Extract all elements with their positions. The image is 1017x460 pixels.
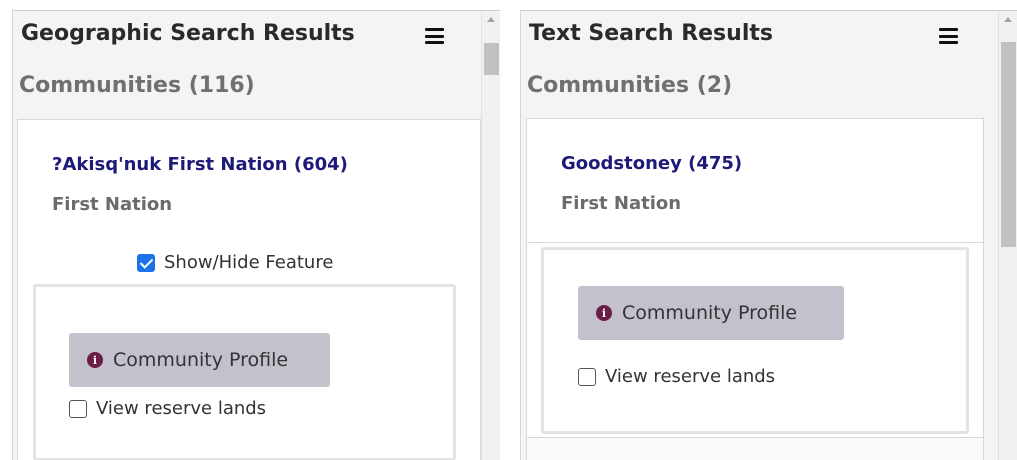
panel-title: Geographic Search Results <box>21 21 355 46</box>
community-name-link[interactable]: Goodstoney (475) <box>561 153 742 174</box>
community-profile-button[interactable]: i Community Profile <box>69 333 330 387</box>
view-reserve-lands-checkbox[interactable]: View reserve lands <box>578 366 775 387</box>
info-icon: i <box>87 352 103 368</box>
geographic-search-results-panel: Geographic Search Results Communities (1… <box>12 10 500 460</box>
show-hide-feature-label: Show/Hide Feature <box>164 252 334 273</box>
scroll-up-arrow-icon[interactable] <box>487 17 495 22</box>
community-type-label: First Nation <box>561 193 682 214</box>
scroll-up-arrow-icon[interactable] <box>1004 17 1012 22</box>
communities-count-heading: Communities (116) <box>19 73 255 98</box>
view-reserve-lands-label: View reserve lands <box>96 398 267 419</box>
community-card: ?Akisq'nuk First Nation (604) First Nati… <box>17 119 481 244</box>
hamburger-menu-icon[interactable] <box>939 28 958 44</box>
community-card: Goodstoney (475) First Nation <box>526 118 984 243</box>
community-profile-button[interactable]: i Community Profile <box>578 286 844 340</box>
show-hide-feature-checkbox[interactable]: Show/Hide Feature <box>137 252 333 273</box>
info-icon: i <box>596 305 612 321</box>
checkbox-unchecked-icon[interactable] <box>69 399 87 418</box>
checkbox-unchecked-icon[interactable] <box>578 367 596 386</box>
view-reserve-lands-checkbox[interactable]: View reserve lands <box>69 398 266 419</box>
communities-count-heading: Communities (2) <box>527 73 733 98</box>
checkbox-checked-icon[interactable] <box>137 253 155 272</box>
community-profile-label: Community Profile <box>622 302 798 324</box>
community-profile-label: Community Profile <box>113 349 289 371</box>
community-name-link[interactable]: ?Akisq'nuk First Nation (604) <box>52 154 348 175</box>
scroll-thumb[interactable] <box>484 43 499 75</box>
profile-actions-box: i Community Profile View reserve lands <box>541 247 969 434</box>
hamburger-menu-icon[interactable] <box>425 28 444 44</box>
community-type-label: First Nation <box>52 194 173 215</box>
text-search-results-panel: Text Search Results Communities (2) Good… <box>520 10 1017 460</box>
vertical-scrollbar[interactable] <box>998 11 1017 460</box>
vertical-scrollbar[interactable] <box>481 11 500 460</box>
scroll-thumb[interactable] <box>1001 42 1016 247</box>
next-community-card <box>526 437 984 460</box>
view-reserve-lands-label: View reserve lands <box>605 366 776 387</box>
profile-actions-box: i Community Profile View reserve lands <box>33 284 456 460</box>
panel-title: Text Search Results <box>529 21 773 46</box>
screenshot-stage: Geographic Search Results Communities (1… <box>0 0 1017 460</box>
